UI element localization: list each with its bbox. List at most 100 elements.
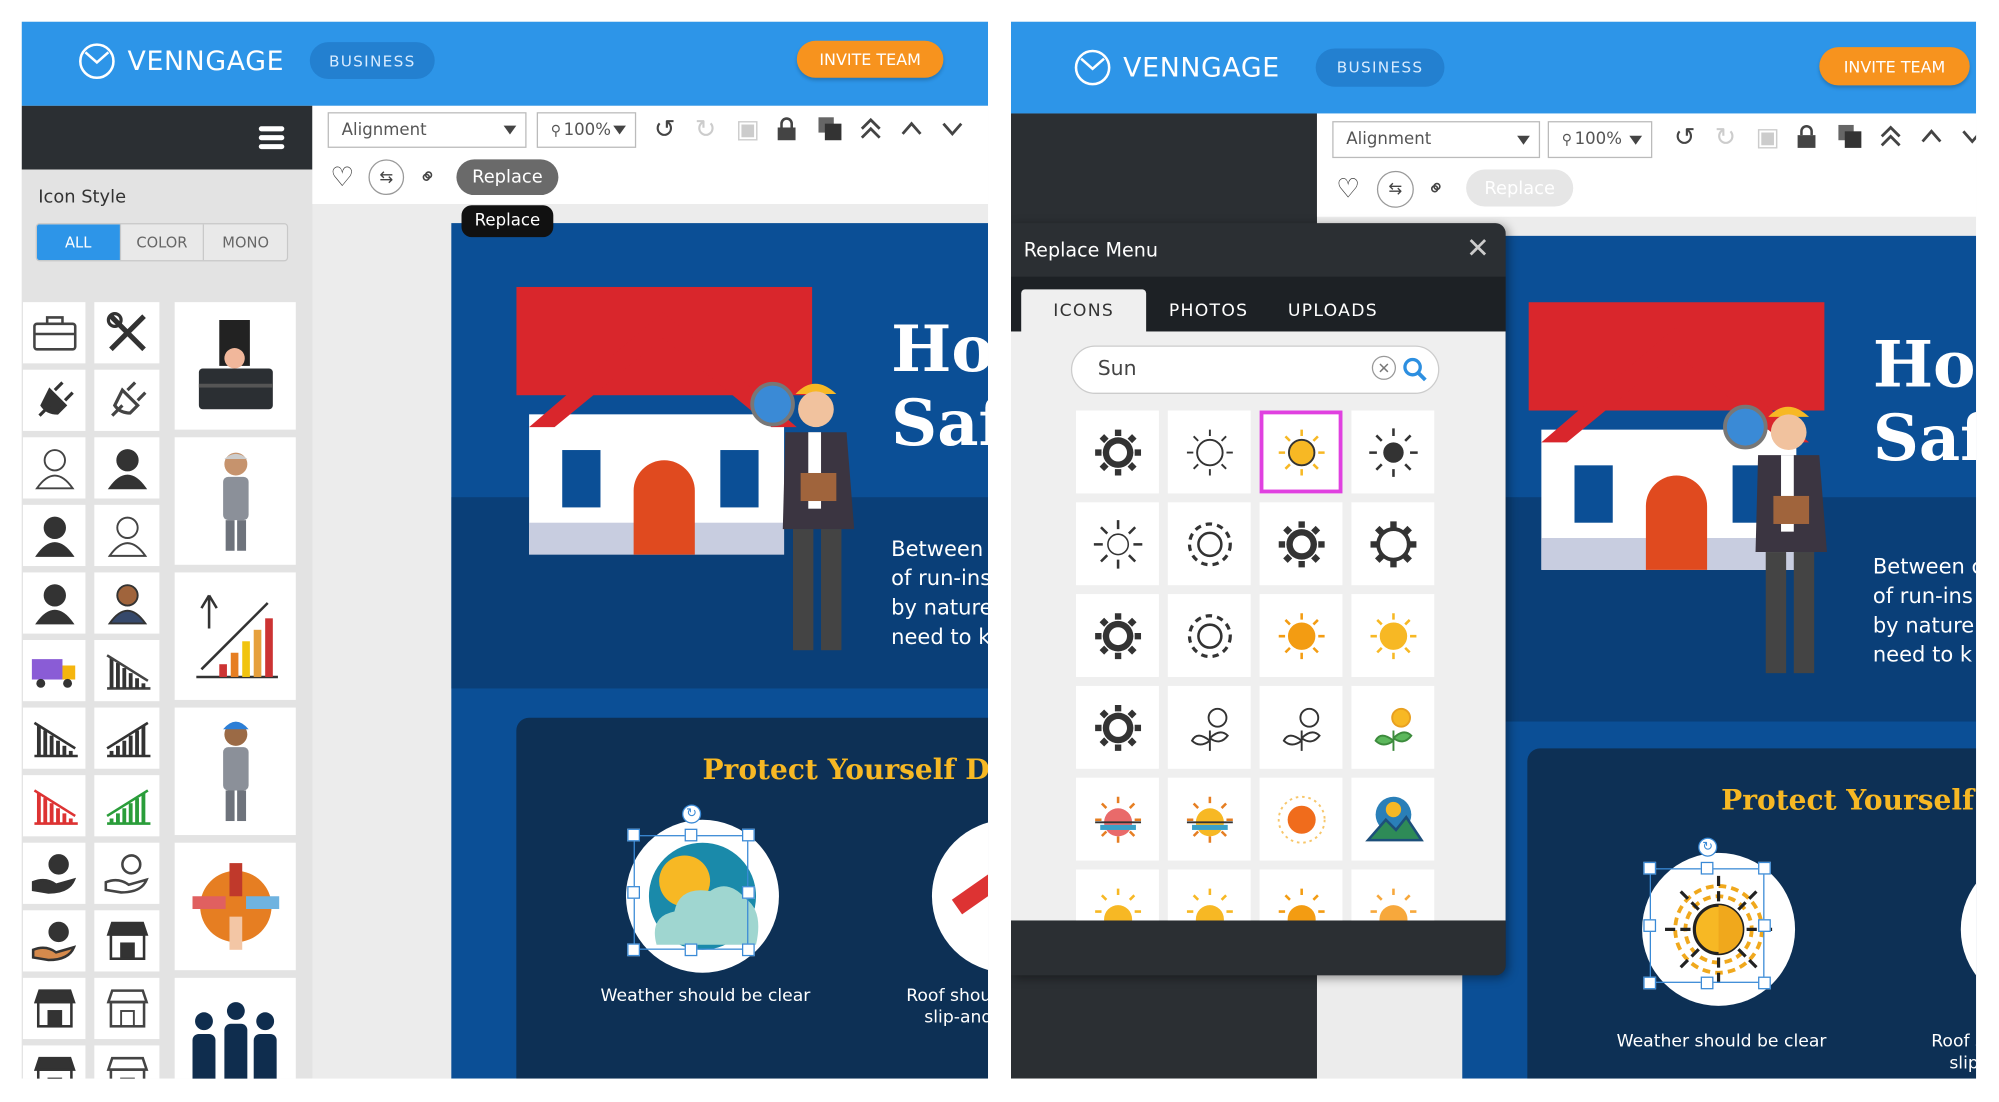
old-businessman-icon[interactable] — [174, 437, 296, 565]
tab-mono[interactable]: MONO — [204, 224, 287, 261]
money-hand-outline-icon[interactable] — [94, 842, 160, 904]
sun-icon-option[interactable] — [1076, 502, 1159, 586]
plug-icon[interactable] — [22, 369, 86, 431]
search-icon[interactable] — [1402, 357, 1427, 382]
undo-icon[interactable]: ↺ — [654, 116, 675, 141]
link-icon[interactable]: ⚭ — [1422, 173, 1453, 204]
money-hand-icon[interactable] — [22, 842, 86, 904]
sun-icon-option[interactable] — [1167, 685, 1251, 769]
invite-team-button[interactable]: INVITE TEAM — [1819, 47, 1970, 86]
resize-handle[interactable] — [1700, 976, 1714, 990]
undo-icon[interactable]: ↺ — [1674, 124, 1695, 149]
user-female-icon[interactable] — [94, 437, 160, 499]
shop-awning-outline-icon[interactable] — [94, 1045, 160, 1079]
replace-button[interactable]: Replace — [1466, 169, 1574, 207]
resize-handle[interactable] — [627, 943, 640, 957]
sun-icon-option[interactable] — [1351, 869, 1435, 921]
sun-icon-option[interactable] — [1259, 777, 1343, 861]
tools-icon[interactable] — [94, 302, 160, 364]
resize-handle[interactable] — [1758, 976, 1771, 990]
chart-up-green-icon[interactable] — [94, 775, 160, 837]
infographic-canvas[interactable]: Ho Saf Between c of run-ins by nature ne… — [451, 223, 989, 1079]
sun-icon-option[interactable] — [1259, 685, 1343, 769]
resize-handle[interactable] — [741, 886, 755, 899]
sun-icon-option[interactable] — [1167, 502, 1251, 586]
bring-forward-icon[interactable] — [899, 116, 924, 145]
alignment-select[interactable]: Alignment — [1332, 121, 1541, 159]
replace-button[interactable]: Replace — [456, 159, 559, 196]
bring-forward-icon[interactable] — [1919, 124, 1944, 153]
clear-search-icon[interactable]: ✕ — [1371, 355, 1397, 380]
resize-handle[interactable] — [1758, 919, 1771, 932]
businessman-icon[interactable] — [22, 572, 86, 634]
sun-icon-option[interactable] — [1167, 410, 1251, 494]
swap-icon[interactable]: ⇆ — [368, 159, 405, 196]
selection-box[interactable] — [1649, 868, 1765, 983]
sun-icon-option[interactable] — [1076, 410, 1159, 494]
resize-handle[interactable] — [684, 943, 698, 957]
heart-icon[interactable]: ♡ — [1336, 173, 1360, 204]
briefcase-hand-icon[interactable] — [174, 302, 296, 430]
sun-icon-option[interactable] — [1076, 777, 1159, 861]
sun-icon-option[interactable] — [1259, 869, 1343, 921]
duplicate-icon[interactable] — [1837, 124, 1862, 153]
tab-all[interactable]: ALL — [36, 224, 121, 261]
tab-icons[interactable]: ICONS — [1021, 289, 1147, 332]
swap-icon[interactable]: ⇆ — [1376, 170, 1414, 208]
sun-icon-option[interactable] — [1076, 685, 1159, 769]
sun-icon-option[interactable] — [1351, 685, 1435, 769]
plug-outline-icon[interactable] — [94, 369, 160, 431]
delivery-truck-icon[interactable] — [22, 639, 86, 702]
rotate-handle-icon[interactable]: ↻ — [1698, 837, 1718, 857]
search-input[interactable] — [1097, 355, 1353, 380]
coin-hand-icon[interactable] — [22, 910, 86, 972]
bring-to-front-icon[interactable] — [1878, 124, 1903, 153]
lock-icon[interactable] — [1796, 124, 1816, 153]
shopping-cart-icon[interactable] — [94, 910, 160, 972]
redo-icon[interactable]: ↻ — [695, 116, 716, 141]
heart-icon[interactable]: ♡ — [330, 162, 354, 193]
zoom-select[interactable]: ⚲ 100% — [536, 112, 637, 148]
send-backward-icon[interactable] — [1960, 124, 1977, 153]
bring-to-front-icon[interactable] — [858, 116, 883, 145]
user-female-outline-icon[interactable] — [22, 437, 86, 499]
user-icon[interactable] — [22, 504, 86, 567]
link-icon[interactable]: ⚭ — [413, 162, 444, 193]
growth-chart-icon[interactable] — [174, 572, 296, 700]
sun-icon-option[interactable] — [1351, 777, 1435, 861]
sun-icon-option[interactable] — [1076, 594, 1159, 677]
sun-icon-option[interactable] — [1167, 594, 1251, 677]
chart-up-icon[interactable] — [94, 707, 160, 769]
shop-awning-icon[interactable] — [22, 1045, 86, 1079]
tab-uploads[interactable]: UPLOADS — [1279, 289, 1387, 331]
resize-handle[interactable] — [1643, 919, 1657, 932]
businessman-color-icon[interactable] — [94, 572, 160, 634]
infographic-canvas[interactable]: Ho Saf Between c of run-ins by nature ne… — [1462, 235, 1977, 1079]
teamwork-hands-icon[interactable] — [174, 842, 296, 971]
tab-photos[interactable]: PHOTOS — [1158, 289, 1260, 331]
sun-icon-option[interactable] — [1351, 410, 1435, 494]
resize-handle[interactable] — [684, 828, 698, 842]
lock-icon[interactable] — [776, 116, 796, 145]
chart-down-outline-icon[interactable] — [94, 639, 160, 702]
sun-icon-option[interactable] — [1259, 594, 1343, 677]
chart-down-red-icon[interactable] — [22, 775, 86, 837]
team-people-icon[interactable] — [174, 977, 296, 1079]
user-outline-icon[interactable] — [94, 504, 160, 567]
zoom-select[interactable]: ⚲ 100% — [1547, 121, 1653, 159]
sun-icon-option[interactable] — [1351, 502, 1435, 586]
brand-logo[interactable]: VENNGAGE — [1072, 47, 1280, 88]
briefcase-icon[interactable] — [22, 302, 86, 364]
resize-handle[interactable] — [1643, 976, 1657, 990]
resize-handle[interactable] — [741, 828, 755, 842]
resize-handle[interactable] — [1758, 861, 1771, 875]
sun-icon-option[interactable] — [1076, 869, 1159, 921]
sun-icon-option[interactable] — [1259, 410, 1343, 494]
invite-team-button[interactable]: INVITE TEAM — [796, 40, 944, 78]
tab-color[interactable]: COLOR — [120, 224, 205, 261]
resize-handle[interactable] — [741, 943, 755, 957]
plan-badge[interactable]: BUSINESS — [1315, 48, 1445, 87]
sun-icon-option[interactable] — [1259, 502, 1343, 586]
sun-icon-option[interactable] — [1351, 594, 1435, 677]
selection-box[interactable] — [633, 835, 749, 950]
